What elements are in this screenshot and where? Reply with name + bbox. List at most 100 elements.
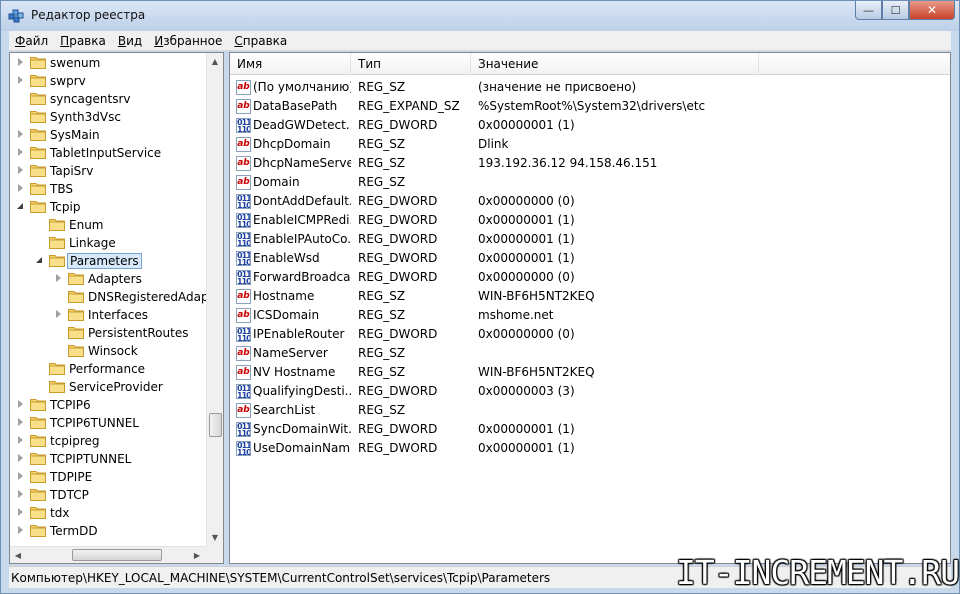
menu-view[interactable]: Вид <box>112 34 148 48</box>
tree-item[interactable]: syncagentsrv <box>10 90 206 108</box>
tree-item[interactable]: TapiSrv <box>10 162 206 180</box>
tree-item[interactable]: TCPIPTUNNEL <box>10 450 206 468</box>
table-row[interactable]: 011 110 EnableICMPRedi... REG_DWORD 0x00000… <box>230 211 950 230</box>
minimize-button[interactable]: — <box>855 1 882 20</box>
column-type[interactable]: Тип <box>351 53 471 75</box>
tree-item[interactable]: SysMain <box>10 126 206 144</box>
tree-item-label: swenum <box>50 56 101 70</box>
table-row[interactable]: 011 110 SyncDomainWit... REG_DWORD 0x000000… <box>230 420 950 439</box>
folder-icon <box>30 93 46 105</box>
scroll-left-arrow-icon[interactable]: ◀ <box>10 547 26 563</box>
value-name-cell: DataBasePath <box>253 99 338 113</box>
expand-arrow-icon[interactable] <box>16 400 25 409</box>
value-name-cell: SyncDomainWit... <box>253 422 351 436</box>
maximize-button[interactable]: ☐ <box>882 1 909 20</box>
menu-favorites[interactable]: Избранное <box>148 34 228 48</box>
table-row[interactable]: 011 110 IPEnableRouter REG_DWORD 0x00000000… <box>230 325 950 344</box>
tree-item[interactable]: Parameters <box>10 252 206 270</box>
tree-hscroll-thumb[interactable] <box>72 549 162 561</box>
table-row[interactable]: 011 110 EnableWsd REG_DWORD 0x00000001 (1) <box>230 249 950 268</box>
title-bar[interactable]: Редактор реестра — ☐ ✕ <box>1 1 959 31</box>
expand-arrow-icon[interactable] <box>16 508 25 517</box>
tree-horizontal-scrollbar[interactable]: ◀ ▶ <box>10 546 206 563</box>
value-data-cell: 0x00000001 (1) <box>478 251 575 265</box>
scroll-right-arrow-icon[interactable]: ▶ <box>189 547 205 563</box>
expand-arrow-icon[interactable] <box>16 526 25 535</box>
expand-arrow-icon[interactable] <box>16 166 25 175</box>
string-value-icon: ab <box>236 175 251 190</box>
table-row[interactable]: ab SearchList REG_SZ <box>230 401 950 420</box>
table-row[interactable]: ab DhcpDomain REG_SZ Dlink <box>230 135 950 154</box>
tree-item[interactable]: Linkage <box>10 234 206 252</box>
tree-item[interactable]: tdx <box>10 504 206 522</box>
menu-edit[interactable]: Правка <box>54 34 112 48</box>
table-row[interactable]: ab DataBasePath REG_EXPAND_SZ %SystemRoot%\… <box>230 97 950 116</box>
expand-arrow-icon[interactable] <box>54 274 63 283</box>
table-row[interactable]: ab Hostname REG_SZ WIN-BF6H5NT2KEQ <box>230 287 950 306</box>
table-row[interactable]: ab ICSDomain REG_SZ mshome.net <box>230 306 950 325</box>
value-name-cell: Hostname <box>253 289 315 303</box>
tree-item[interactable]: Winsock <box>10 342 206 360</box>
tree-item[interactable]: swenum <box>10 54 206 72</box>
tree-item[interactable]: swprv <box>10 72 206 90</box>
expand-arrow-icon[interactable] <box>54 310 63 319</box>
tree-item[interactable]: TCPIP6TUNNEL <box>10 414 206 432</box>
table-row[interactable]: 011 110 EnableIPAutoCo... REG_DWORD 0x00000… <box>230 230 950 249</box>
table-row[interactable]: ab Domain REG_SZ <box>230 173 950 192</box>
tree-item[interactable]: Enum <box>10 216 206 234</box>
tree-item[interactable]: TDPIPE <box>10 468 206 486</box>
tree-item-label: Tcpip <box>50 200 81 214</box>
table-row[interactable]: 011 110 ForwardBroadca... REG_DWORD 0x00000… <box>230 268 950 287</box>
tree-item[interactable]: Synth3dVsc <box>10 108 206 126</box>
collapse-arrow-icon[interactable] <box>16 202 25 211</box>
table-row[interactable]: 011 110 DontAddDefault... REG_DWORD 0x00000… <box>230 192 950 211</box>
table-row[interactable]: 011 110 UseDomainNam... REG_DWORD 0x0000000… <box>230 439 950 458</box>
expand-arrow-icon[interactable] <box>16 76 25 85</box>
expand-arrow-icon[interactable] <box>16 184 25 193</box>
expand-arrow-icon[interactable] <box>16 454 25 463</box>
tree-item[interactable]: TBS <box>10 180 206 198</box>
scroll-up-arrow-icon[interactable]: ▲ <box>207 53 223 70</box>
tree-item[interactable]: PersistentRoutes <box>10 324 206 342</box>
tree-item[interactable]: Performance <box>10 360 206 378</box>
tree-item-label: syncagentsrv <box>50 92 131 106</box>
tree-vertical-scrollbar[interactable]: ▲ ▼ <box>206 53 223 546</box>
tree-item[interactable]: tcpipreg <box>10 432 206 450</box>
expand-arrow-icon[interactable] <box>16 418 25 427</box>
close-button[interactable]: ✕ <box>909 1 955 20</box>
table-row[interactable]: ab DhcpNameServer REG_SZ 193.192.36.12 94.1… <box>230 154 950 173</box>
expand-arrow-icon[interactable] <box>16 436 25 445</box>
tree-item[interactable]: TDTCP <box>10 486 206 504</box>
tree-scroll-thumb[interactable] <box>209 413 222 437</box>
collapse-arrow-icon[interactable] <box>35 256 44 265</box>
table-row[interactable]: ab NameServer REG_SZ <box>230 344 950 363</box>
tree-item[interactable]: ServiceProvider <box>10 378 206 396</box>
tree-item[interactable]: Tcpip <box>10 198 206 216</box>
scroll-down-arrow-icon[interactable]: ▼ <box>207 529 223 546</box>
column-value[interactable]: Значение <box>471 53 759 75</box>
expand-arrow-icon[interactable] <box>16 148 25 157</box>
column-name[interactable]: Имя <box>230 53 351 75</box>
tree-item[interactable]: TermDD <box>10 522 206 540</box>
expand-arrow-icon[interactable] <box>16 490 25 499</box>
expand-arrow-icon[interactable] <box>16 472 25 481</box>
tree-item[interactable]: TabletInputService <box>10 144 206 162</box>
tree-item[interactable]: DNSRegisteredAdapte <box>10 288 221 306</box>
value-data-cell: (значение не присвоено) <box>478 80 637 94</box>
key-tree-pane[interactable]: swenum swprv syncagentsrv Synth3dVsc SysMain… <box>9 52 224 564</box>
tree-item[interactable]: Adapters <box>10 270 206 288</box>
table-row[interactable]: 011 110 DeadGWDetect... REG_DWORD 0x0000000… <box>230 116 950 135</box>
value-name-cell: SearchList <box>253 403 316 417</box>
table-row[interactable]: ab (По умолчанию) REG_SZ (значение не присв… <box>230 78 950 97</box>
tree-item[interactable]: Interfaces <box>10 306 206 324</box>
table-row[interactable]: 011 110 QualifyingDesti... REG_DWORD 0x0000… <box>230 382 950 401</box>
values-list-pane[interactable]: Имя Тип Значение ab (По умолчанию) REG_SZ(… <box>229 52 951 564</box>
value-data-cell: 0x00000000 (0) <box>478 270 575 284</box>
table-row[interactable]: ab NV Hostname REG_SZ WIN-BF6H5NT2KEQ <box>230 363 950 382</box>
menu-file[interactable]: Файл <box>9 34 54 48</box>
expand-arrow-icon[interactable] <box>16 58 25 67</box>
expand-arrow-icon[interactable] <box>16 130 25 139</box>
menu-help[interactable]: Справка <box>228 34 293 48</box>
value-type-cell: REG_SZ <box>358 289 406 303</box>
tree-item[interactable]: TCPIP6 <box>10 396 206 414</box>
